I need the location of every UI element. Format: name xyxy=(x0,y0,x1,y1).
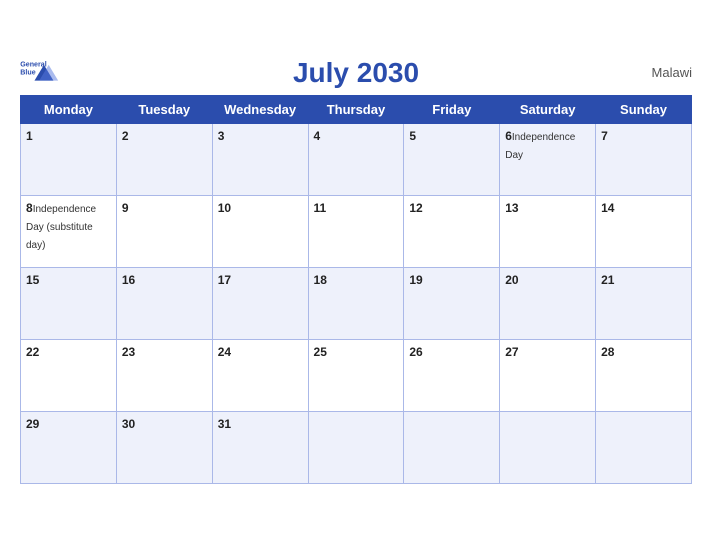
calendar-cell: 4 xyxy=(308,123,404,195)
holiday-label: Independence Day xyxy=(505,132,575,161)
calendar-cell: 1 xyxy=(21,123,117,195)
calendar-cell: 2 xyxy=(116,123,212,195)
day-number: 28 xyxy=(601,345,614,359)
calendar-cell: 18 xyxy=(308,267,404,339)
calendar-row-4: 22 23 24 25 26 27 28 xyxy=(21,339,692,411)
day-number: 4 xyxy=(314,129,321,143)
day-number: 31 xyxy=(218,417,231,431)
calendar-cell: 22 xyxy=(21,339,117,411)
day-number: 29 xyxy=(26,417,39,431)
day-number: 10 xyxy=(218,201,231,215)
day-number: 30 xyxy=(122,417,135,431)
calendar-cell: 20 xyxy=(500,267,596,339)
logo-area: General Blue xyxy=(20,57,60,87)
calendar-row-3: 15 16 17 18 19 20 21 xyxy=(21,267,692,339)
day-number: 5 xyxy=(409,129,416,143)
day-number: 17 xyxy=(218,273,231,287)
header-friday: Friday xyxy=(404,95,500,123)
day-number: 21 xyxy=(601,273,614,287)
calendar-cell: 9 xyxy=(116,195,212,267)
header-wednesday: Wednesday xyxy=(212,95,308,123)
calendar-cell: 26 xyxy=(404,339,500,411)
calendar-row-1: 1 2 3 4 5 6Independence Day 7 xyxy=(21,123,692,195)
day-number: 27 xyxy=(505,345,518,359)
calendar-cell: 17 xyxy=(212,267,308,339)
calendar-cell xyxy=(500,411,596,483)
day-number: 18 xyxy=(314,273,327,287)
calendar-cell: 24 xyxy=(212,339,308,411)
header-sunday: Sunday xyxy=(596,95,692,123)
calendar-cell: 21 xyxy=(596,267,692,339)
calendar-cell: 13 xyxy=(500,195,596,267)
calendar-cell xyxy=(404,411,500,483)
day-number: 6 xyxy=(505,129,512,143)
calendar-cell: 12 xyxy=(404,195,500,267)
day-number: 15 xyxy=(26,273,39,287)
calendar-cell xyxy=(308,411,404,483)
day-number: 2 xyxy=(122,129,129,143)
day-number: 1 xyxy=(26,129,33,143)
calendar-cell: 25 xyxy=(308,339,404,411)
day-number: 16 xyxy=(122,273,135,287)
calendar-title: July 2030 xyxy=(20,57,692,89)
holiday-label: Independence Day (substitute day) xyxy=(26,204,96,251)
calendar-cell xyxy=(596,411,692,483)
day-number: 7 xyxy=(601,129,608,143)
calendar-cell: 28 xyxy=(596,339,692,411)
calendar-cell: 19 xyxy=(404,267,500,339)
calendar-cell: 6Independence Day xyxy=(500,123,596,195)
day-number: 25 xyxy=(314,345,327,359)
day-number: 24 xyxy=(218,345,231,359)
calendar-cell: 15 xyxy=(21,267,117,339)
calendar-cell: 11 xyxy=(308,195,404,267)
generalblue-logo-icon: General Blue xyxy=(20,57,60,87)
day-number: 26 xyxy=(409,345,422,359)
header-thursday: Thursday xyxy=(308,95,404,123)
calendar-cell: 10 xyxy=(212,195,308,267)
day-number: 20 xyxy=(505,273,518,287)
header-tuesday: Tuesday xyxy=(116,95,212,123)
day-number: 22 xyxy=(26,345,39,359)
calendar-cell: 5 xyxy=(404,123,500,195)
calendar-row-5: 29 30 31 xyxy=(21,411,692,483)
calendar-cell: 16 xyxy=(116,267,212,339)
calendar-cell: 23 xyxy=(116,339,212,411)
country-label: Malawi xyxy=(652,65,692,80)
day-number: 9 xyxy=(122,201,129,215)
calendar-header: General Blue July 2030 Malawi xyxy=(20,57,692,89)
day-number: 12 xyxy=(409,201,422,215)
calendar-wrapper: General Blue July 2030 Malawi Monday Tue… xyxy=(0,47,712,504)
calendar-cell: 14 xyxy=(596,195,692,267)
day-number: 19 xyxy=(409,273,422,287)
calendar-cell: 8Independence Day (substitute day) xyxy=(21,195,117,267)
calendar-cell: 29 xyxy=(21,411,117,483)
day-number: 11 xyxy=(314,201,327,215)
calendar-row-2: 8Independence Day (substitute day) 9 10 11 1… xyxy=(21,195,692,267)
calendar-cell: 30 xyxy=(116,411,212,483)
svg-text:Blue: Blue xyxy=(20,68,35,76)
weekday-header-row: Monday Tuesday Wednesday Thursday Friday… xyxy=(21,95,692,123)
header-saturday: Saturday xyxy=(500,95,596,123)
day-number: 8 xyxy=(26,201,33,215)
calendar-cell: 27 xyxy=(500,339,596,411)
calendar-cell: 31 xyxy=(212,411,308,483)
calendar-cell: 7 xyxy=(596,123,692,195)
day-number: 14 xyxy=(601,201,614,215)
header-monday: Monday xyxy=(21,95,117,123)
day-number: 13 xyxy=(505,201,518,215)
calendar-cell: 3 xyxy=(212,123,308,195)
day-number: 23 xyxy=(122,345,135,359)
day-number: 3 xyxy=(218,129,225,143)
calendar-table: Monday Tuesday Wednesday Thursday Friday… xyxy=(20,95,692,484)
